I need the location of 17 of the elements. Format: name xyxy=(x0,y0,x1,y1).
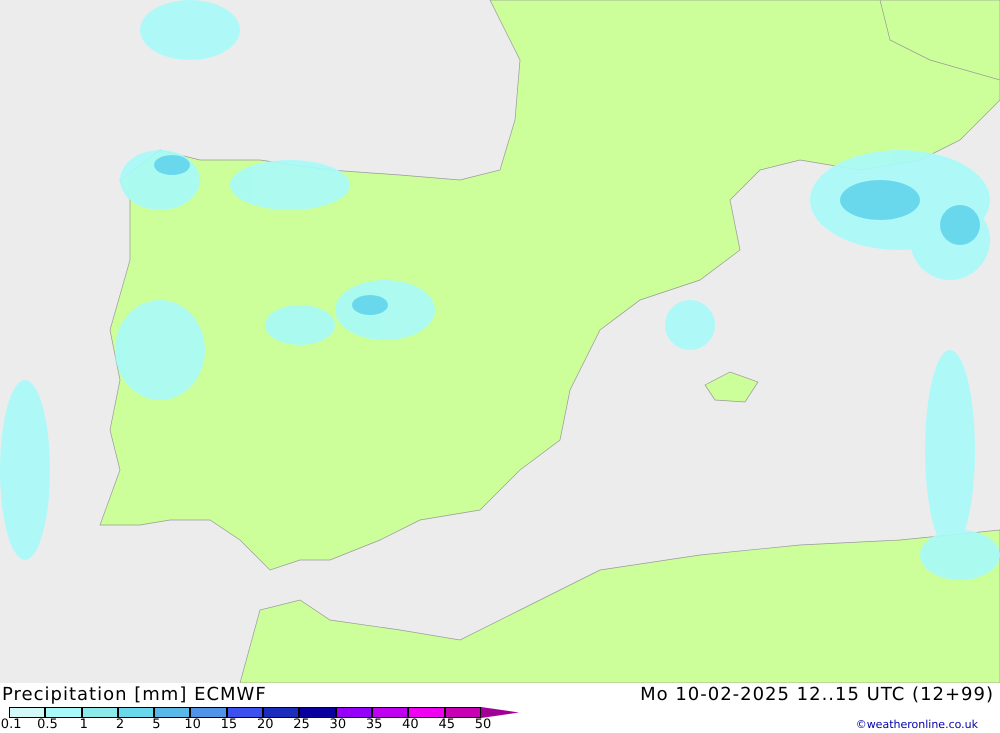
scale-tick-label: 15 xyxy=(220,718,238,732)
scale-tick-label: 5 xyxy=(151,718,162,732)
scale-tick-label: 25 xyxy=(292,718,311,732)
scale-tick-label: 30 xyxy=(328,718,348,732)
valid-time: Mo 10-02-2025 12..15 UTC (12+99) xyxy=(640,683,995,707)
scale-tick-label: 2 xyxy=(114,718,126,732)
scale-tick-label: 50 xyxy=(474,718,492,732)
scale-tick-label: 45 xyxy=(437,718,456,732)
scale-tick-label: 40 xyxy=(401,718,420,732)
map-title: Precipitation [mm] ECMWF xyxy=(2,683,267,707)
scale-tick-label: 10 xyxy=(183,718,202,732)
scale-tick-label: 35 xyxy=(364,718,384,732)
scale-tick-label: 0.5 xyxy=(36,718,59,732)
scale-tick-label: 0.1 xyxy=(0,718,22,732)
scale-tick-label: 20 xyxy=(256,718,274,732)
scale-tick-label: 1 xyxy=(78,718,89,732)
credit-link[interactable]: ©weatheronline.co.uk xyxy=(856,718,1000,732)
